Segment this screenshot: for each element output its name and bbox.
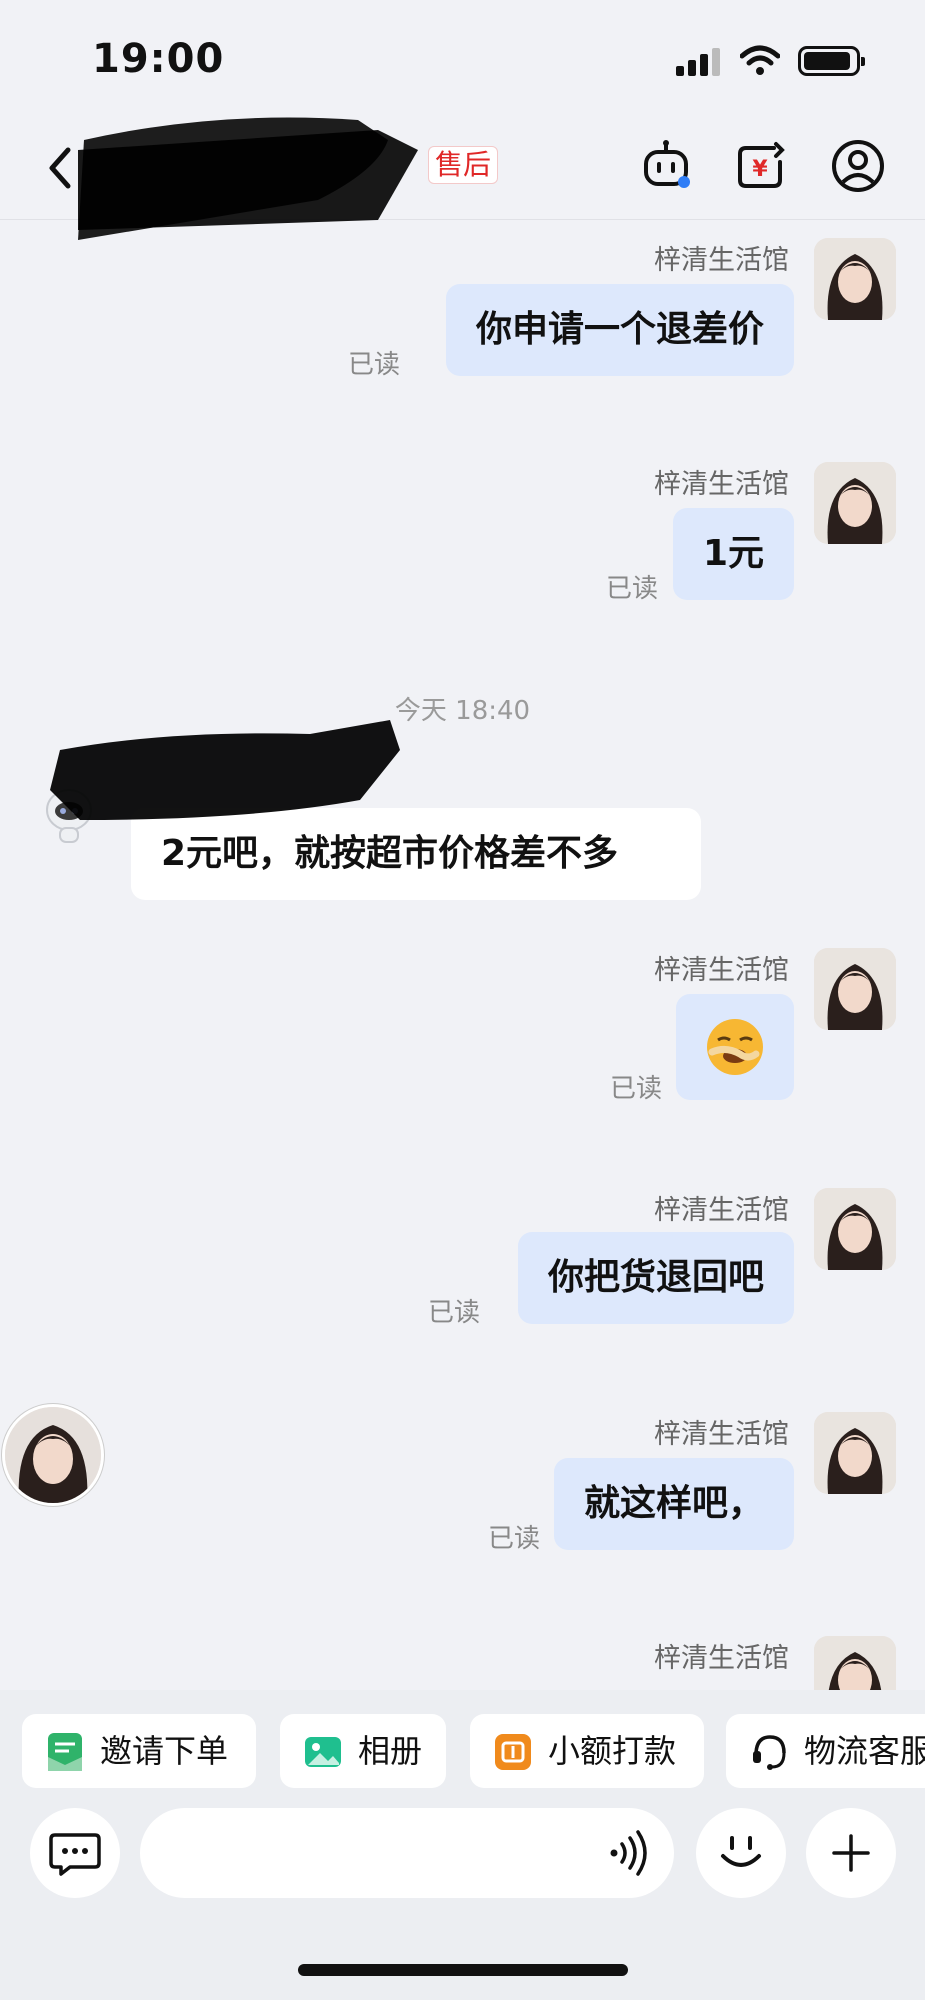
customer-avatar-image	[5, 1407, 101, 1503]
sender-name: 梓清生活馆	[654, 469, 789, 500]
small-payment-button[interactable]: 小额打款	[470, 1714, 704, 1788]
read-status: 已读	[610, 1074, 663, 1104]
avatar[interactable]	[814, 1636, 896, 1690]
yawning-face-emoji-icon	[707, 1019, 763, 1075]
cellular-signal-icon	[676, 46, 724, 76]
sender-name: 梓清生活馆	[654, 955, 789, 986]
profile-icon[interactable]	[830, 138, 886, 194]
album-button[interactable]: 相册	[280, 1714, 446, 1788]
wifi-icon	[740, 45, 780, 75]
seller-avatar-image	[814, 1412, 896, 1494]
small-payment-icon	[495, 1734, 531, 1770]
avatar[interactable]	[814, 1188, 896, 1270]
avatar[interactable]	[814, 462, 896, 544]
back-arrow-icon[interactable]	[42, 144, 78, 192]
chip-label: 邀请下单	[100, 1732, 229, 1770]
sender-name: 梓清生活馆	[654, 245, 789, 276]
message-bubble[interactable]	[676, 994, 794, 1100]
chip-label: 物流客服	[804, 1732, 925, 1770]
read-status: 已读	[488, 1524, 541, 1554]
avatar[interactable]	[814, 948, 896, 1030]
logistics-service-button[interactable]: 物流客服	[726, 1714, 925, 1788]
sender-name: 梓清生活馆	[654, 1195, 789, 1226]
input-bar	[0, 1790, 925, 2000]
floating-avatar[interactable]	[2, 1404, 104, 1506]
more-actions-button[interactable]	[806, 1808, 896, 1898]
avatar[interactable]	[814, 1412, 896, 1494]
message-bubble[interactable]: 1元	[672, 508, 794, 600]
chat-header: 售后 ¥	[0, 110, 925, 240]
album-icon	[305, 1737, 341, 1767]
message-bubble[interactable]: 你把货退回吧	[517, 1232, 794, 1324]
plus-icon	[832, 1834, 870, 1872]
seller-avatar-image	[814, 948, 896, 1030]
message-bubble[interactable]: 就这样吧，	[553, 1458, 794, 1550]
chip-label: 小额打款	[548, 1732, 677, 1770]
read-status: 已读	[606, 574, 659, 604]
svg-text:¥: ¥	[752, 157, 768, 182]
message-input[interactable]	[140, 1808, 674, 1898]
read-status: 已读	[428, 1298, 481, 1328]
quick-reply-button[interactable]	[30, 1808, 120, 1898]
refund-icon[interactable]: ¥	[732, 138, 788, 194]
smiley-icon	[721, 1836, 761, 1867]
read-status: 已读	[348, 350, 401, 380]
redacted-shop-name	[78, 117, 418, 240]
emoji-button[interactable]	[696, 1808, 786, 1898]
chip-label: 相册	[358, 1732, 423, 1770]
seller-avatar-image	[814, 1636, 896, 1690]
voice-input-icon[interactable]	[606, 1828, 650, 1878]
seller-avatar-image	[814, 238, 896, 320]
seller-avatar-image	[814, 462, 896, 544]
sender-name: 梓清生活馆	[654, 1643, 789, 1674]
status-time: 19:00	[92, 36, 225, 82]
status-bar: 19:00	[0, 0, 925, 110]
shortcut-bar: 邀请下单 相册 小额打款 物流客服	[0, 1690, 925, 1790]
battery-icon	[798, 46, 865, 76]
logistics-service-icon	[753, 1735, 786, 1770]
message-bubble[interactable]: 你申请一个退差价	[445, 284, 794, 376]
avatar[interactable]	[814, 238, 896, 320]
redacted-buyer-name	[50, 720, 400, 820]
sender-name: 梓清生活馆	[654, 1419, 789, 1450]
invite-order-icon	[48, 1733, 82, 1771]
invite-order-button[interactable]: 邀请下单	[22, 1714, 256, 1788]
chat-bubble-icon	[49, 1833, 101, 1876]
home-indicator[interactable]	[298, 1964, 628, 1976]
robot-assistant-icon[interactable]	[638, 138, 694, 194]
seller-avatar-image	[814, 1188, 896, 1270]
